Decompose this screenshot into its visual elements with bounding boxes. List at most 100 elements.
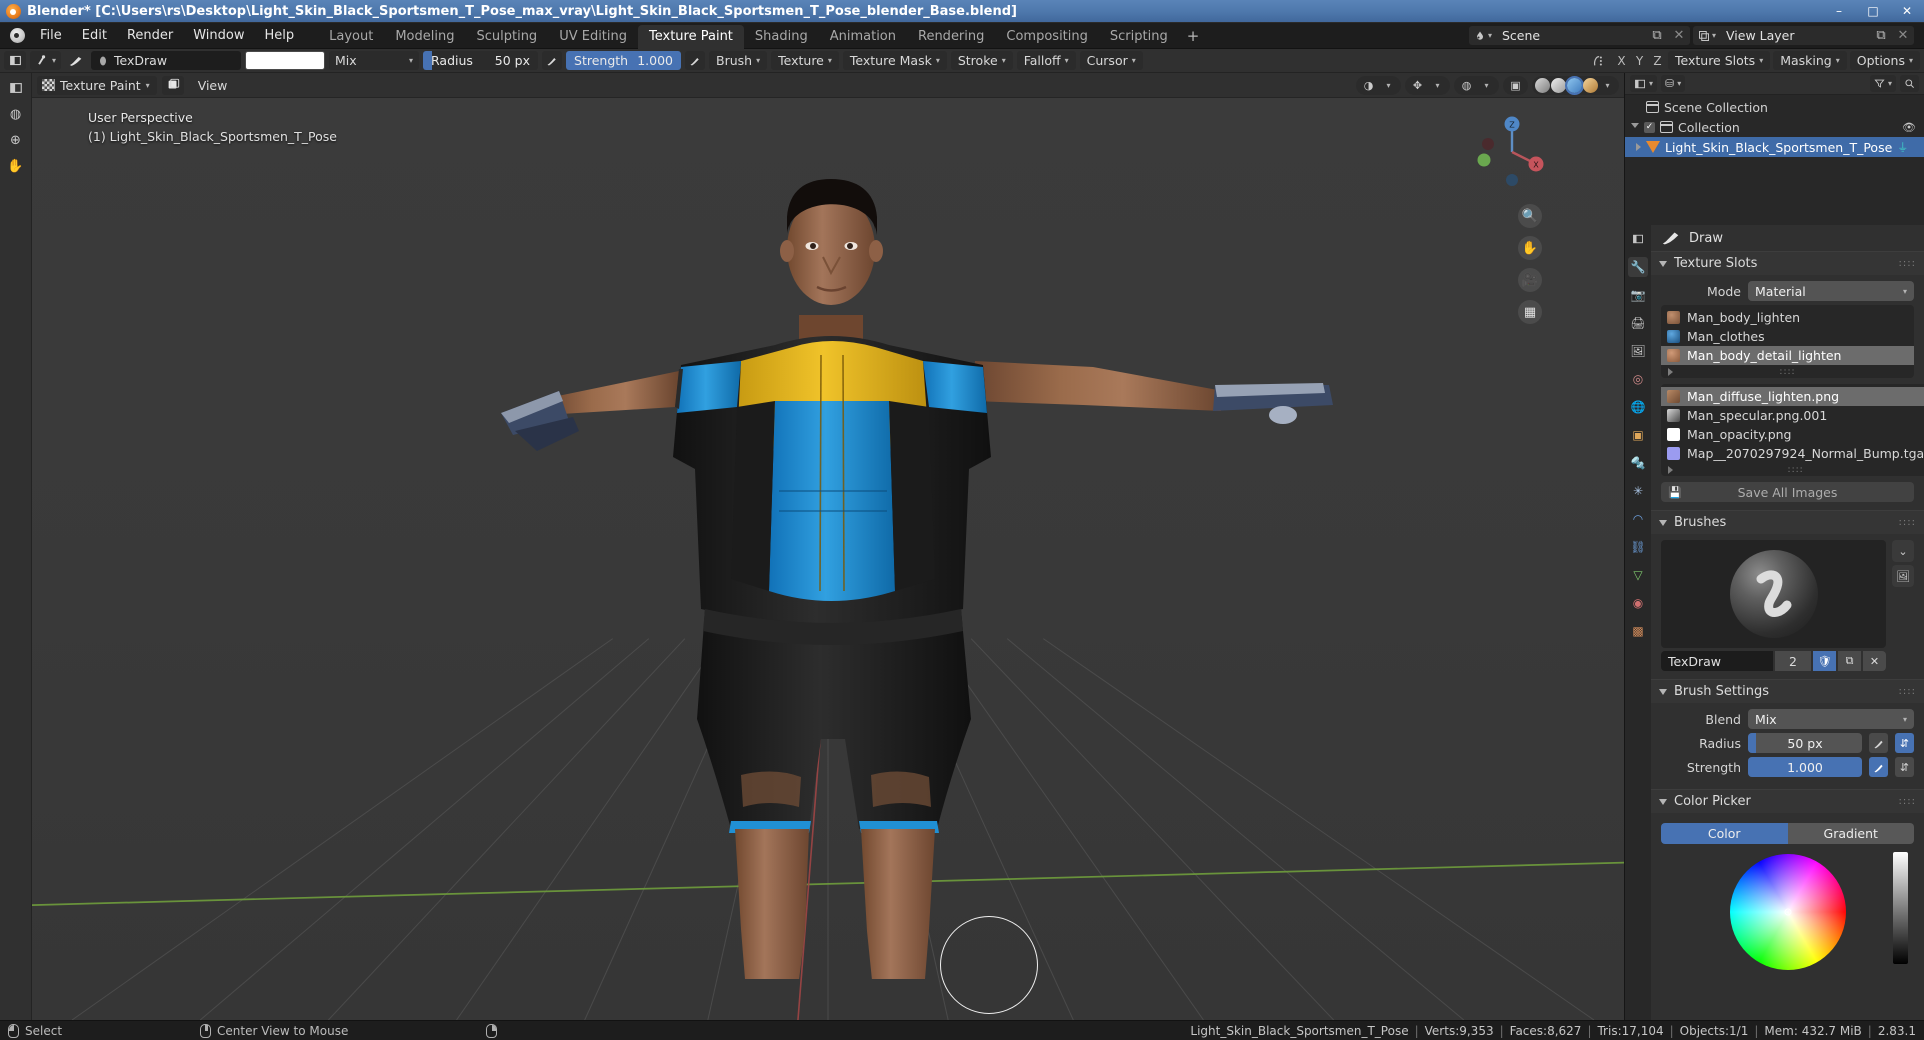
tab-object-icon[interactable]: ▣ — [1628, 425, 1648, 445]
wireframe-shading-icon[interactable] — [1535, 77, 1550, 93]
image-slot-list[interactable]: Man_diffuse_lighten.png Man_specular.png… — [1661, 384, 1924, 476]
material-list-expand-icon[interactable] — [1668, 367, 1673, 376]
strength-slider[interactable]: Strength 1.000 — [566, 51, 682, 70]
material-slot-list[interactable]: Man_body_lighten Man_clothes Man_body_de… — [1661, 305, 1914, 378]
brush-strength-slider[interactable]: 1.000 — [1748, 757, 1862, 777]
tab-uv-editing[interactable]: UV Editing — [548, 25, 638, 49]
brush-list-dropdown[interactable]: ⌄ — [1892, 540, 1914, 562]
pan-hand-icon[interactable]: ✋ — [1518, 236, 1542, 260]
tab-scene-icon[interactable]: ◎ — [1628, 369, 1648, 389]
brushes-collapse-icon[interactable] — [1659, 519, 1667, 526]
chevron-down-icon-1[interactable]: ▾ — [1380, 77, 1397, 94]
chevron-down-icon-2[interactable]: ▾ — [1429, 77, 1446, 94]
list-item[interactable]: Man_body_lighten — [1661, 308, 1914, 327]
view-layer-selector[interactable]: ▾ View Layer ⧉ ✕ — [1692, 26, 1914, 45]
tab-modifiers-icon[interactable]: 🔩 — [1628, 453, 1648, 473]
menu-texture-mask[interactable]: Texture Mask ▾ — [842, 51, 947, 70]
symmetry-x-toggle[interactable]: X — [1614, 51, 1629, 70]
tab-texture-icon[interactable]: ▩ — [1628, 621, 1648, 641]
symmetry-icon[interactable] — [1589, 51, 1611, 70]
image-list-expand-icon[interactable] — [1668, 465, 1673, 474]
grab-tool-icon[interactable]: ✋ — [3, 154, 29, 178]
tab-world-icon[interactable]: 🌐 — [1628, 397, 1648, 417]
brush-settings-collapse-icon[interactable] — [1659, 688, 1667, 695]
tab-color[interactable]: Color — [1661, 823, 1788, 844]
tab-layout[interactable]: Layout — [318, 25, 384, 49]
blend-select[interactable]: Mix ▾ — [1748, 709, 1914, 729]
tool-settings-editor-type-icon[interactable] — [4, 51, 26, 70]
texture-slots-mode-select[interactable]: Material ▾ — [1748, 281, 1914, 301]
character-model[interactable] — [323, 139, 1333, 979]
panel-brush-settings-header[interactable]: Brush Settings :::: — [1651, 679, 1924, 703]
view-layer-icon[interactable]: ▾ — [1692, 26, 1720, 45]
color-wheel[interactable] — [1729, 854, 1846, 970]
tab-output-icon[interactable]: 🖨 — [1628, 313, 1648, 333]
menu-options[interactable]: Options ▾ — [1849, 51, 1920, 70]
brush-name-field[interactable]: TexDraw — [91, 51, 242, 70]
chevron-down-icon-3[interactable]: ▾ — [1478, 77, 1495, 94]
outliner-row-mesh-object[interactable]: Light_Skin_Black_Sportsmen_T_Pose ⏚ 👁 — [1625, 137, 1924, 157]
radius-pressure-toggle-icon[interactable] — [1869, 733, 1888, 753]
symmetry-y-toggle[interactable]: Y — [1632, 51, 1647, 70]
tab-rendering[interactable]: Rendering — [907, 25, 995, 49]
outliner-row-scene-collection[interactable]: Scene Collection — [1625, 97, 1924, 117]
brush-users-count[interactable]: 2 — [1775, 651, 1811, 671]
brush-datablock-name[interactable]: TexDraw — [1661, 651, 1773, 671]
viewport-canvas[interactable]: User Perspective (1) Light_Skin_Black_Sp… — [32, 98, 1624, 1020]
minimize-button[interactable]: – — [1822, 0, 1856, 22]
menu-stroke[interactable]: Stroke ▾ — [950, 51, 1013, 70]
tab-animation[interactable]: Animation — [819, 25, 907, 49]
symmetry-z-toggle[interactable]: Z — [1650, 51, 1665, 70]
color-picker-collapse-icon[interactable] — [1659, 798, 1667, 805]
menu-cursor[interactable]: Cursor ▾ — [1079, 51, 1143, 70]
strength-pressure-toggle-icon[interactable] — [1869, 757, 1888, 777]
list-item[interactable]: Map__2070297924_Normal_Bump.tga — [1661, 444, 1924, 463]
radius-pressure-icon[interactable] — [542, 51, 563, 70]
menu-falloff[interactable]: Falloff ▾ — [1016, 51, 1076, 70]
menu-brush[interactable]: Brush ▾ — [709, 51, 768, 70]
brush-unlink-button[interactable]: ✕ — [1863, 651, 1886, 671]
brush-duplicate-button[interactable]: ⧉ — [1838, 651, 1861, 671]
navigation-gizmo[interactable]: Z X — [1474, 114, 1550, 190]
solid-shading-icon[interactable] — [1551, 77, 1566, 93]
menu-help[interactable]: Help — [255, 25, 305, 47]
camera-view-icon[interactable]: 🎥 — [1518, 268, 1542, 292]
panel-texture-slots-header[interactable]: Texture Slots :::: — [1651, 251, 1924, 275]
view-layer-name[interactable]: View Layer — [1720, 26, 1870, 45]
editor-type-icon[interactable] — [3, 76, 29, 100]
tab-render-icon[interactable]: 📷 — [1628, 285, 1648, 305]
texture-slots-collapse-icon[interactable] — [1659, 260, 1667, 267]
list-item[interactable]: Man_opacity.png — [1661, 425, 1924, 444]
list-item[interactable]: Man_specular.png.001 — [1661, 406, 1924, 425]
chevron-down-icon-4[interactable]: ▾ — [1599, 77, 1616, 94]
panel-color-picker-header[interactable]: Color Picker :::: — [1651, 789, 1924, 813]
scene-icon[interactable]: ▾ — [1468, 26, 1496, 45]
tab-shading[interactable]: Shading — [744, 25, 819, 49]
maximize-button[interactable]: □ — [1856, 0, 1890, 22]
menu-edit[interactable]: Edit — [72, 25, 117, 47]
color-value-slider[interactable] — [1893, 852, 1908, 964]
color-wheel-cursor[interactable] — [1784, 908, 1791, 916]
save-all-images-button[interactable]: 💾 Save All Images — [1661, 482, 1914, 502]
tab-material-icon[interactable]: ◉ — [1628, 593, 1648, 613]
shading-object-icon[interactable] — [161, 75, 184, 95]
brush-preview[interactable] — [1661, 540, 1886, 648]
menu-texture[interactable]: Texture ▾ — [771, 51, 839, 70]
tab-add-workspace[interactable]: + — [1179, 25, 1208, 48]
list-item[interactable]: Man_body_detail_lighten — [1661, 346, 1914, 365]
tab-texture-paint[interactable]: Texture Paint — [638, 24, 744, 49]
menu-file[interactable]: File — [30, 25, 72, 47]
view-layer-new-icon[interactable]: ⧉ — [1870, 26, 1892, 45]
zoom-icon[interactable]: 🔍 — [1518, 204, 1542, 228]
brush-radius-slider[interactable]: 50 px — [1748, 733, 1862, 753]
mode-selector[interactable]: Texture Paint ▾ — [37, 75, 157, 95]
menu-masking[interactable]: Masking ▾ — [1773, 51, 1847, 70]
brush-preview-toggle[interactable]: 🖼 — [1892, 565, 1914, 587]
scene-unlink-icon[interactable]: ✕ — [1667, 26, 1690, 45]
list-item[interactable]: Man_clothes — [1661, 327, 1914, 346]
radius-unit-toggle-icon[interactable]: ⇵ — [1895, 733, 1914, 753]
brush-type-icon[interactable] — [65, 51, 87, 70]
properties-editor-type-icon[interactable] — [1628, 229, 1648, 249]
scene-selector[interactable]: ▾ Scene ⧉ ✕ — [1468, 26, 1690, 45]
outliner-row-collection[interactable]: ✓ Collection 👁 — [1625, 117, 1924, 137]
